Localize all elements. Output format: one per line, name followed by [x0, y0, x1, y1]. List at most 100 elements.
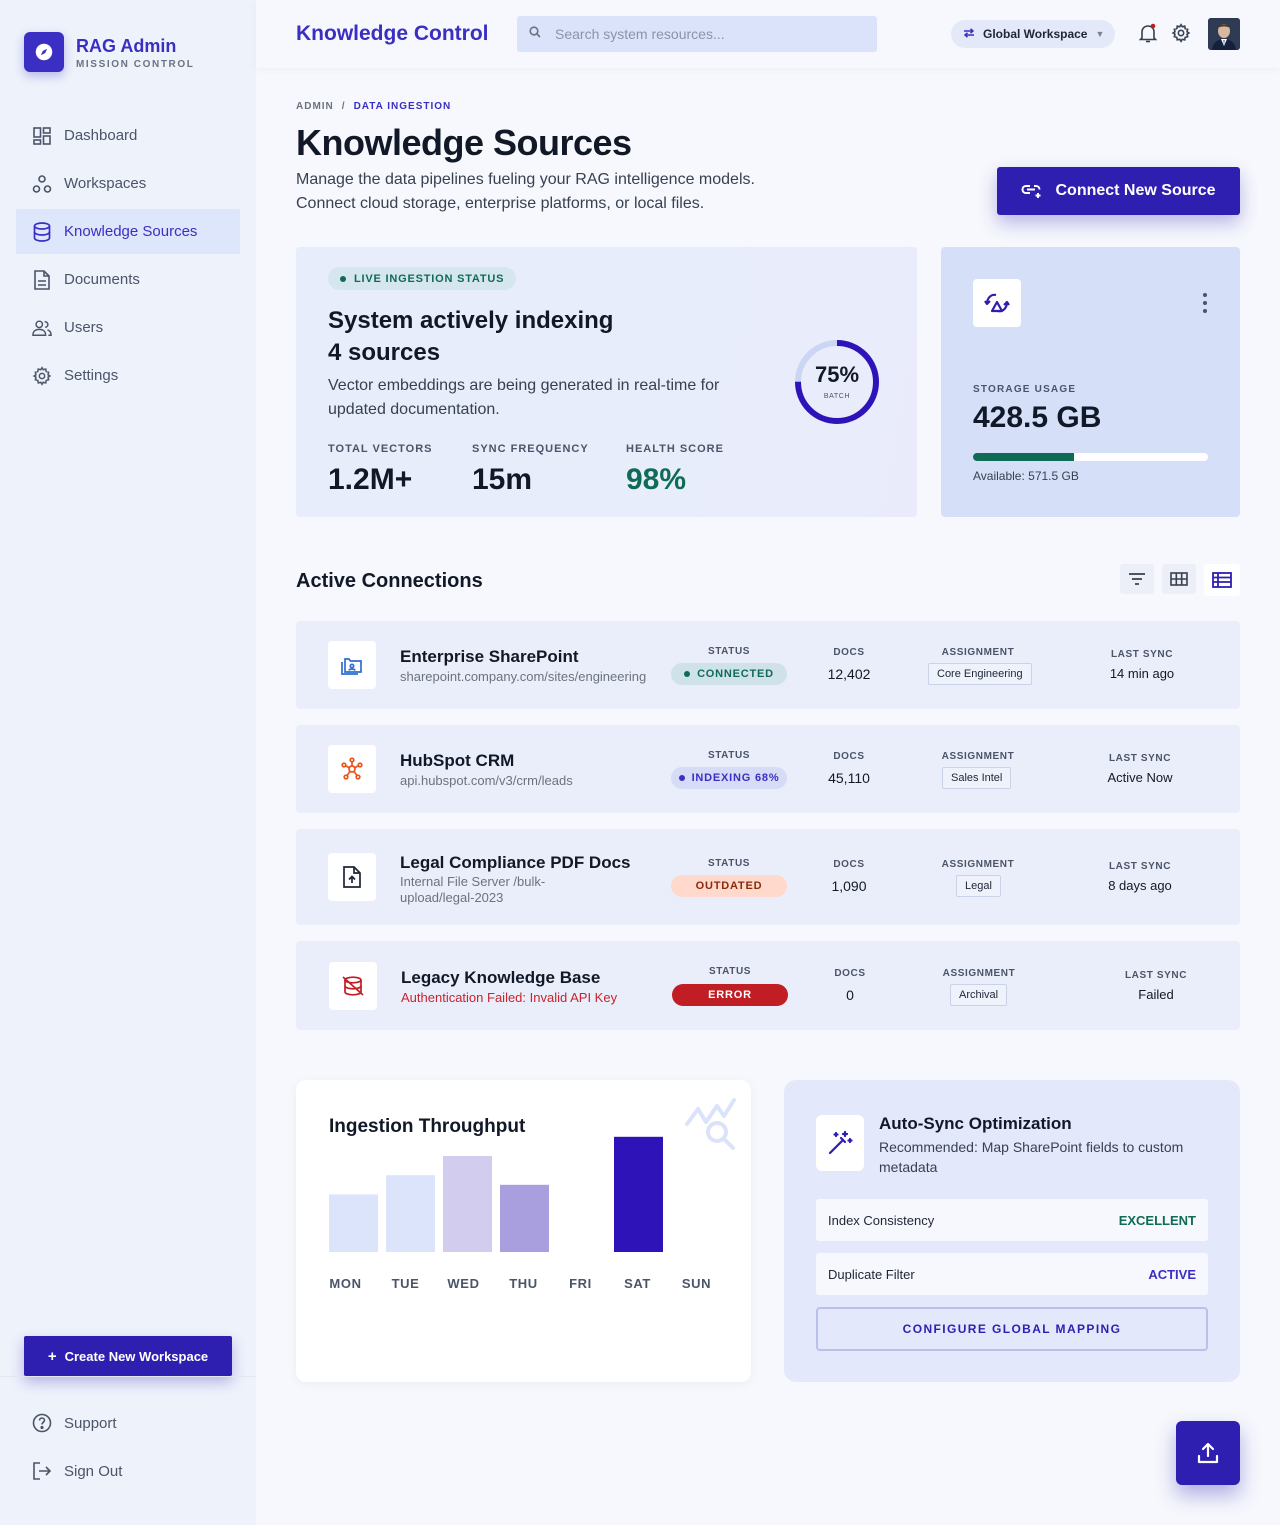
search-box[interactable]: [517, 16, 877, 52]
sidebar-item-support[interactable]: Support: [16, 1400, 240, 1446]
assignment-column-label: ASSIGNMENT: [942, 968, 1016, 979]
index-consistency-row: Index Consistency EXCELLENT: [816, 1199, 1208, 1241]
metric-value: 98%: [626, 463, 687, 496]
sidebar-item-knowledge-sources[interactable]: Knowledge Sources: [16, 209, 240, 254]
status-title-line: System actively indexing: [328, 307, 614, 334]
sidebar-item-documents[interactable]: Documents: [16, 257, 240, 302]
status-badge-label: OUTDATED: [695, 880, 763, 892]
connection-name: Legacy Knowledge Base: [401, 968, 601, 987]
connection-name: HubSpot CRM: [400, 751, 515, 770]
more-options-icon[interactable]: [1197, 293, 1213, 313]
settings-gear-icon[interactable]: [1170, 22, 1192, 44]
user-avatar[interactable]: [1208, 18, 1240, 50]
storage-card: STORAGE USAGE 428.5 GB Available: 571.5 …: [941, 247, 1240, 517]
live-dot-icon: [340, 275, 346, 282]
status-title-line: 4 sources: [328, 339, 441, 366]
sidebar-nav: Dashboard Workspaces Knowledge Sources D…: [16, 113, 240, 401]
sidebar-item-settings[interactable]: Settings: [16, 353, 240, 398]
metric-health-score: HEALTH SCORE 98%: [626, 443, 724, 497]
sidebar-item-label: Workspaces: [64, 175, 147, 192]
list-view-button[interactable]: [1204, 564, 1240, 596]
sharepoint-icon: [328, 641, 376, 689]
metric-total-vectors: TOTAL VECTORS 1.2M+: [328, 443, 432, 497]
metric-value: 1.2M+: [328, 463, 413, 496]
filter-button[interactable]: [1120, 564, 1154, 594]
docs-count: 0: [846, 987, 854, 1003]
sidebar-item-label: Sign Out: [64, 1462, 123, 1480]
metric-label: TOTAL VECTORS: [328, 443, 433, 455]
batch-progress-value: 75%: [814, 362, 860, 387]
auto-sync-description: Recommended: Map SharePoint fields to cu…: [879, 1139, 1184, 1175]
metric-label: SYNC FREQUENCY: [472, 443, 589, 455]
throughput-bar-mon: [329, 1194, 378, 1252]
storage-value: 428.5 GB: [973, 401, 1102, 434]
docs-column-label: DOCS: [833, 859, 865, 870]
status-dot-icon: [684, 671, 691, 677]
brand: RAG Admin MISSION CONTROL: [24, 32, 194, 72]
chevron-down-icon: ▼: [1095, 29, 1105, 39]
sidebar-item-dashboard[interactable]: Dashboard: [16, 113, 240, 158]
connection-row[interactable]: Legal Compliance PDF Docs Internal File …: [296, 829, 1240, 925]
notification-bell-icon[interactable]: [1137, 22, 1159, 44]
sidebar-item-sign-out[interactable]: Sign Out: [16, 1448, 240, 1494]
file-upload-icon: [328, 853, 376, 901]
status-badge: OUTDATED: [671, 875, 787, 897]
status-dot-icon: [678, 775, 685, 781]
assignment-tag: Core Engineering: [928, 663, 1032, 685]
page-title: Knowledge Sources: [296, 122, 632, 163]
workspace-selector[interactable]: Global Workspace ▼: [951, 20, 1115, 48]
sidebar-item-label: Documents: [64, 271, 140, 288]
duplicate-filter-row: Duplicate Filter ACTIVE: [816, 1253, 1208, 1295]
active-connections-title: Active Connections: [296, 570, 483, 592]
sidebar-item-label: Settings: [64, 367, 119, 384]
top-header: Knowledge Control Global Workspace ▼: [256, 0, 1280, 68]
storage-progress-fill: [973, 453, 1075, 461]
connection-row[interactable]: Legacy Knowledge Base Authentication Fai…: [296, 941, 1240, 1030]
throughput-day-label: THU: [509, 1276, 538, 1291]
ingestion-throughput-card: Ingestion Throughput MON TUE WED THU FRI SAT S…: [296, 1080, 751, 1382]
row-label: Index Consistency: [828, 1212, 935, 1228]
status-column-label: STATUS: [708, 966, 752, 977]
search-input[interactable]: [555, 26, 855, 42]
link-add-icon: [1021, 185, 1041, 198]
grid-view-button[interactable]: [1162, 564, 1196, 594]
storage-available: Available: 571.5 GB: [973, 469, 1079, 483]
last-sync-column-label: LAST SYNC: [1108, 753, 1172, 764]
filter-icon: [1129, 573, 1145, 585]
batch-progress-label: BATCH: [823, 393, 851, 400]
sidebar: RAG Admin MISSION CONTROL Dashboard Work…: [0, 0, 256, 1525]
document-icon: [32, 269, 52, 290]
status-badge: ERROR: [672, 984, 788, 1006]
last-sync-value: 14 min ago: [1109, 666, 1175, 681]
users-icon: [32, 318, 52, 338]
sidebar-item-users[interactable]: Users: [16, 305, 240, 350]
help-icon: [32, 1413, 52, 1433]
page-description-line: Manage the data pipelines fueling your R…: [296, 171, 755, 188]
metric-sync-frequency: SYNC FREQUENCY 15m: [472, 443, 589, 497]
create-workspace-label: Create New Workspace: [64, 1348, 209, 1364]
upload-fab-button[interactable]: [1176, 1421, 1240, 1485]
status-badge-label: INDEXING 68%: [691, 772, 780, 784]
connection-row[interactable]: HubSpot CRM api.hubspot.com/v3/crm/leads…: [296, 725, 1240, 813]
throughput-bar-wed: [443, 1156, 492, 1252]
sidebar-bottom-nav: Support Sign Out: [16, 1400, 240, 1496]
logout-icon: [32, 1461, 52, 1481]
throughput-day-label: WED: [447, 1276, 480, 1291]
docs-column-label: DOCS: [833, 647, 865, 658]
status-badge-label: ERROR: [708, 989, 752, 1001]
connection-error: Authentication Failed: Invalid API Key: [401, 990, 618, 1005]
docs-count: 45,110: [828, 770, 870, 786]
docs-column-label: DOCS: [833, 751, 865, 762]
assignment-tag: Sales Intel: [942, 767, 1012, 789]
create-workspace-button[interactable]: + Create New Workspace: [24, 1336, 232, 1376]
sidebar-item-workspaces[interactable]: Workspaces: [16, 161, 240, 206]
breadcrumb-root[interactable]: ADMIN: [296, 101, 334, 112]
connection-row[interactable]: Enterprise SharePoint sharepoint.company…: [296, 621, 1240, 709]
assignment-column-label: ASSIGNMENT: [941, 647, 1015, 658]
gear-icon: [32, 365, 52, 386]
sidebar-item-label: Support: [64, 1414, 117, 1432]
configure-global-mapping-button[interactable]: CONFIGURE GLOBAL MAPPING: [816, 1307, 1208, 1351]
batch-progress-ring: 75% BATCH: [793, 338, 881, 426]
page-description: Manage the data pipelines fueling your R…: [296, 168, 856, 216]
connect-new-source-button[interactable]: Connect New Source: [997, 167, 1240, 215]
